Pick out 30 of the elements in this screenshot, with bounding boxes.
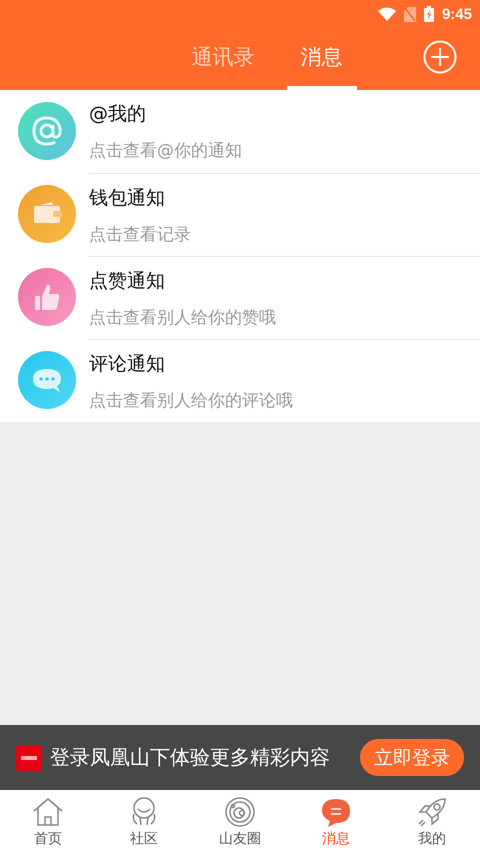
chat-bubble-icon bbox=[18, 351, 76, 409]
app-logo-icon bbox=[16, 744, 42, 770]
item-title: 点赞通知 bbox=[89, 268, 165, 294]
rocket-icon bbox=[416, 796, 448, 828]
planet-icon bbox=[224, 796, 256, 828]
add-icon[interactable] bbox=[423, 40, 457, 74]
item-subtitle: 点击查看记录 bbox=[89, 224, 191, 246]
nav-tab[interactable]: 山友圈 bbox=[192, 790, 288, 853]
notification-item[interactable]: 钱包通知 点击查看记录 bbox=[0, 173, 480, 256]
item-subtitle: 点击查看别人给你的赞哦 bbox=[89, 306, 276, 328]
item-title: @我的 bbox=[89, 102, 146, 127]
item-subtitle: 点击查看@你的通知 bbox=[89, 140, 242, 162]
wifi-icon bbox=[378, 7, 396, 21]
notification-item[interactable]: 评论通知 点击查看别人给你的评论哦 bbox=[0, 339, 480, 422]
house-icon bbox=[32, 796, 64, 828]
at-sign-icon bbox=[18, 102, 76, 160]
clock-time: 9:45 bbox=[442, 6, 472, 22]
battery-icon bbox=[424, 6, 434, 22]
thumbs-up-icon bbox=[18, 268, 76, 326]
item-subtitle: 点击查看别人给你的评论哦 bbox=[89, 390, 293, 412]
login-prompt: 登录凤凰山下体验更多精彩内容 bbox=[50, 744, 331, 771]
nav-tab[interactable]: 首页 bbox=[0, 790, 96, 853]
notification-item[interactable]: @我的 点击查看@你的通知 bbox=[0, 90, 480, 173]
no-sim-icon bbox=[404, 6, 416, 22]
nav-tab[interactable]: 我的 bbox=[384, 790, 480, 853]
notification-item[interactable]: 点赞通知 点击查看别人给你的赞哦 bbox=[0, 256, 480, 339]
item-title: 钱包通知 bbox=[89, 186, 165, 210]
nav-tab[interactable]: 社区 bbox=[96, 790, 192, 853]
item-title: 评论通知 bbox=[89, 352, 165, 376]
wallet-icon bbox=[18, 185, 76, 243]
